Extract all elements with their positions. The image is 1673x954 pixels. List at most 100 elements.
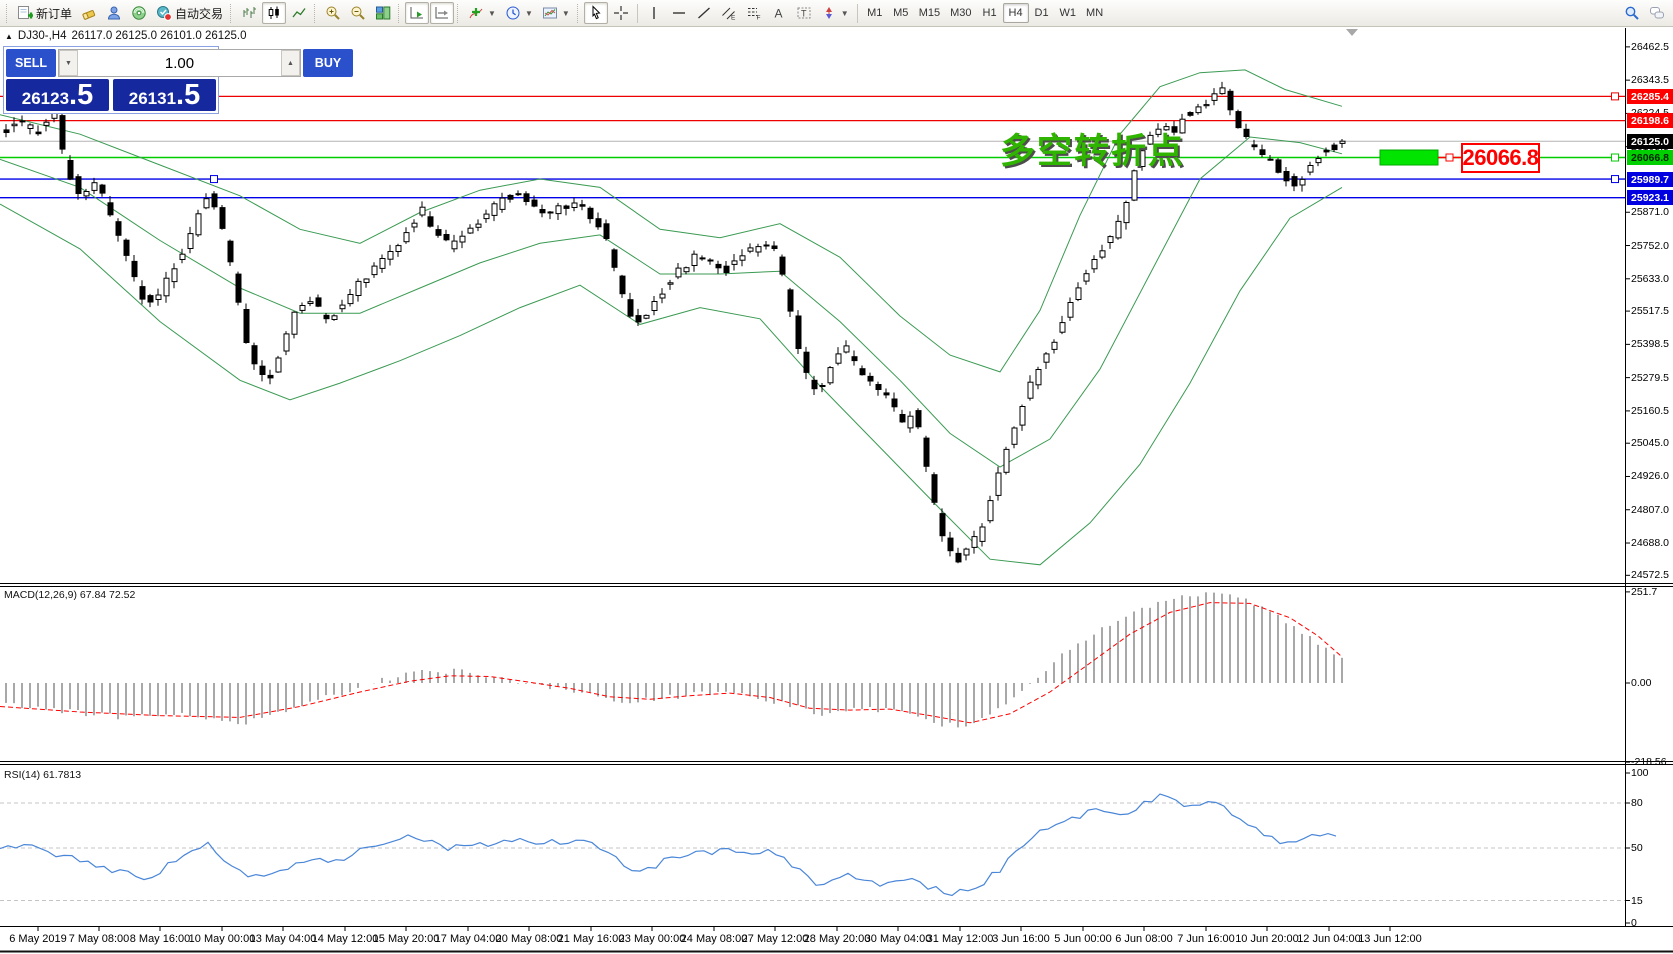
toolbar-grip[interactable]	[314, 4, 318, 23]
price-badge-26125.0: 26125.0	[1627, 134, 1673, 149]
arrows-button[interactable]: ▼	[817, 2, 853, 24]
sell-price-frac: .5	[69, 80, 93, 110]
new-order-button[interactable]: 新订单	[13, 2, 76, 24]
fibonacci-button[interactable]: F	[742, 2, 766, 24]
price-axis-tick: 25633.0	[1631, 273, 1669, 285]
toolbar-grip[interactable]	[398, 4, 402, 23]
vertical-line-button[interactable]	[642, 2, 666, 24]
text-button[interactable]: A	[767, 2, 791, 24]
price-axis-tick: 25398.5	[1631, 338, 1669, 350]
time-axis-label: 27 May 12:00	[742, 933, 809, 945]
auto-scroll-button[interactable]	[405, 2, 429, 24]
callout-anchor-marker[interactable]	[1446, 154, 1453, 161]
horizontal-line-button[interactable]	[667, 2, 691, 24]
sell-price[interactable]: 26123 .5	[6, 79, 109, 111]
toolbar-grip[interactable]	[457, 4, 461, 23]
price-axis-tick: 26343.5	[1631, 74, 1669, 86]
highlight-rectangle[interactable]	[1380, 150, 1438, 165]
zoom-out-icon	[350, 5, 366, 21]
buy-price[interactable]: 26131 .5	[113, 79, 216, 111]
profile-button[interactable]	[102, 2, 126, 24]
candlestick-button[interactable]	[262, 2, 286, 24]
time-axis-label: 10 May 00:00	[189, 933, 256, 945]
macd-axis-tick: 251.7	[1631, 586, 1657, 598]
text-label-button[interactable]: T	[792, 2, 816, 24]
crosshair-button[interactable]	[609, 2, 633, 24]
templates-button[interactable]: ▼	[538, 2, 574, 24]
chart-shift-marker[interactable]	[1346, 29, 1358, 36]
timeframe-MN[interactable]: MN	[1081, 3, 1108, 23]
add-indicator-button[interactable]: ▼	[464, 2, 500, 24]
rsi-axis-tick: 80	[1631, 797, 1643, 809]
rsi-axis-tick: 15	[1631, 895, 1643, 907]
trendline-button[interactable]	[692, 2, 716, 24]
tile-windows-button[interactable]	[371, 2, 395, 24]
toolbar-grip[interactable]	[577, 4, 581, 23]
chart-shift-button[interactable]	[430, 2, 454, 24]
channel-button[interactable]: E	[717, 2, 741, 24]
time-axis-label: 6 Jun 08:00	[1115, 933, 1173, 945]
macd-histogram	[6, 592, 1342, 727]
signal-button[interactable]	[127, 2, 151, 24]
tile-windows-icon	[375, 5, 391, 21]
volume-input[interactable]	[78, 50, 281, 76]
line-chart-button[interactable]	[287, 2, 311, 24]
line-anchor-marker[interactable]	[211, 176, 218, 183]
zoom-out-button[interactable]	[346, 2, 370, 24]
chart-annotation-text[interactable]: 多空转折点	[1000, 123, 1185, 174]
chart-ohlc-values: 26117.0 26125.0 26101.0 26125.0	[72, 30, 247, 42]
cursor-button[interactable]	[584, 2, 608, 24]
search-button[interactable]	[1620, 2, 1644, 24]
macd-axis-tick: 0.00	[1631, 677, 1651, 689]
time-axis-label: 13 May 04:00	[250, 933, 317, 945]
middle-band	[0, 137, 1342, 467]
template-icon	[542, 5, 558, 21]
toolbar-grip[interactable]	[230, 4, 234, 23]
volume-decrease-button[interactable]: ▼	[59, 50, 78, 76]
price-callout-box[interactable]: 26066.8	[1461, 143, 1540, 173]
line-anchor-marker[interactable]	[1612, 154, 1619, 161]
price-badge-25989.7: 25989.7	[1627, 172, 1673, 187]
timeframe-D1[interactable]: D1	[1029, 3, 1055, 23]
rsi-axis-tick: 50	[1631, 842, 1643, 854]
eraser-icon	[81, 5, 97, 21]
new-order-icon	[17, 5, 33, 21]
timeframe-H1[interactable]: H1	[977, 3, 1003, 23]
autotrading-icon	[156, 5, 172, 21]
timeframe-M5[interactable]: M5	[888, 3, 914, 23]
time-axis-label: 30 May 04:00	[865, 933, 932, 945]
svg-text:A: A	[774, 7, 782, 21]
eraser-button[interactable]	[77, 2, 101, 24]
buy-button[interactable]: BUY	[303, 49, 353, 77]
sell-button[interactable]: SELL	[6, 49, 56, 77]
panel-collapse-icon[interactable]: ▲	[5, 32, 13, 41]
line-anchor-marker[interactable]	[1612, 176, 1619, 183]
timeframe-H4[interactable]: H4	[1003, 3, 1029, 23]
periods-button[interactable]: ▼	[501, 2, 537, 24]
rsi-indicator-label: RSI(14) 61.7813	[4, 769, 81, 781]
buy-price-frac: .5	[176, 80, 200, 110]
timeframe-M15[interactable]: M15	[914, 3, 945, 23]
volume-increase-button[interactable]: ▲	[281, 50, 300, 76]
price-axis-tick: 24807.0	[1631, 504, 1669, 516]
time-axis-label: 17 May 04:00	[435, 933, 502, 945]
svg-text:T: T	[801, 9, 807, 19]
price-axis-tick: 24572.5	[1631, 569, 1669, 581]
toolbar-grip[interactable]	[6, 4, 10, 23]
volume-stepper: ▼ ▲	[58, 49, 301, 77]
chart-canvas[interactable]	[0, 0, 1673, 954]
timeframe-W1[interactable]: W1	[1055, 3, 1082, 23]
chat-button[interactable]	[1645, 2, 1669, 24]
periods-clock-icon	[505, 5, 521, 21]
line-anchor-marker[interactable]	[1612, 93, 1619, 100]
rsi-line	[0, 794, 1336, 896]
timeframe-M1[interactable]: M1	[862, 3, 888, 23]
profile-icon	[106, 5, 122, 21]
timeframe-toolbar: M1M5M15M30H1H4D1W1MN	[862, 3, 1108, 23]
zoom-in-button[interactable]	[321, 2, 345, 24]
autotrading-button[interactable]: 自动交易	[152, 2, 227, 24]
candlestick-icon	[266, 5, 282, 21]
chart-symbol-title: DJ30-,H4	[18, 30, 67, 42]
bar-chart-button[interactable]	[237, 2, 261, 24]
timeframe-M30[interactable]: M30	[945, 3, 976, 23]
